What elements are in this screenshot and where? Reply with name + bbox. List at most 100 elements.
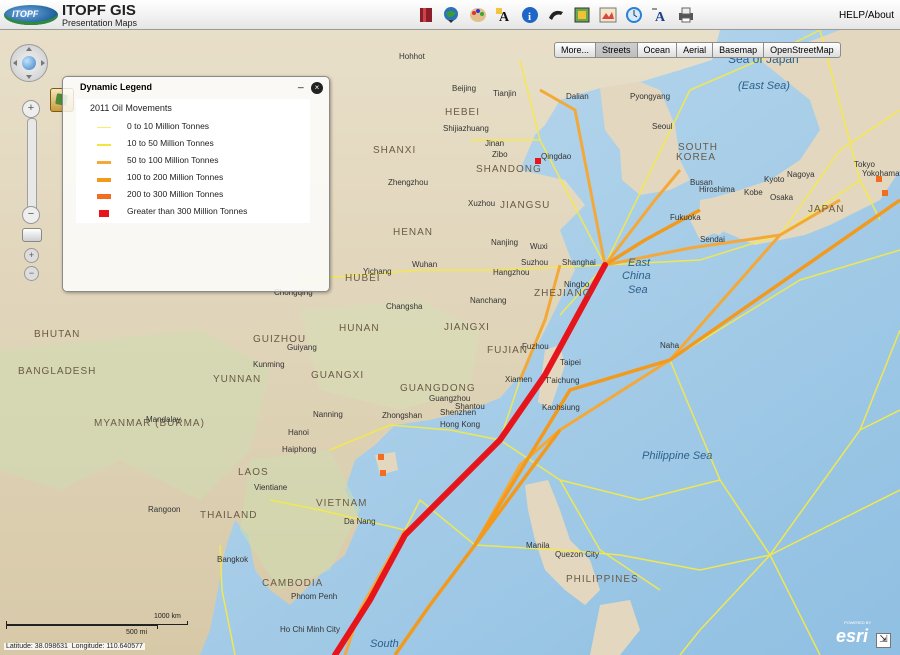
city-label: Pyongyang [630, 92, 671, 101]
logo-text: ITOPF [12, 9, 39, 19]
city-label: Manila [526, 541, 550, 550]
city-label: Zhengzhou [388, 178, 429, 187]
legend-label: 200 to 300 Million Tonnes [127, 189, 224, 199]
sea-label: Sea [628, 284, 648, 296]
legend-swatch [97, 194, 111, 199]
info-icon[interactable]: i [520, 5, 540, 25]
country-label: LAOS [238, 467, 269, 478]
app-subtitle: Presentation Maps [62, 18, 138, 28]
city-label: Xiamen [505, 375, 533, 384]
basemap-streets-button[interactable]: Streets [596, 42, 638, 58]
city-label: Ningbo [564, 280, 590, 289]
legend-minimize-button[interactable]: _ [298, 78, 304, 89]
city-label: Kunming [253, 360, 285, 369]
country-label: PHILIPPINES [566, 574, 639, 585]
legend-swatch [99, 210, 109, 217]
basemap-more-button[interactable]: More... [554, 42, 597, 58]
expand-icon[interactable]: ⇲ [876, 633, 891, 648]
sea-label: East [628, 257, 651, 269]
bookmark-icon[interactable] [416, 5, 436, 25]
city-label: Wuhan [412, 260, 438, 269]
city-label: Ho Chi Minh City [280, 625, 341, 634]
city-label: Vientiane [254, 483, 288, 492]
legend-label: 50 to 100 Million Tonnes [127, 155, 219, 165]
sea-label: Philippine Sea [642, 450, 713, 462]
zoom-box-out-icon[interactable]: − [24, 266, 39, 281]
basemap-ocean-button[interactable]: Ocean [637, 42, 678, 58]
latitude-readout: Latitude: 38.098631 [6, 643, 68, 650]
country-label: KOREA [676, 152, 717, 163]
zoom-slider[interactable] [27, 118, 37, 220]
legend-close-button[interactable]: × [311, 82, 323, 94]
zoom-box-in-icon[interactable]: + [24, 248, 39, 263]
print-icon[interactable] [676, 5, 696, 25]
city-label: Xuzhou [468, 199, 496, 208]
city-label: Nanning [313, 410, 343, 419]
globe-select-icon[interactable] [442, 5, 462, 25]
country-label: THAILAND [200, 510, 258, 521]
city-label: Mandalay [146, 415, 181, 424]
find-icon[interactable]: A [650, 5, 670, 25]
city-label: Tokyo [854, 160, 875, 169]
app-title: ITOPF GIS [62, 2, 136, 19]
legend-label: 10 to 50 Million Tonnes [127, 138, 214, 148]
legend-swatch [97, 178, 111, 182]
basemap-aerial-button[interactable]: Aerial [677, 42, 714, 58]
powered-by-text: POWERED BY [844, 620, 872, 625]
city-label: Fuzhou [522, 342, 549, 351]
city-label: Nanjing [491, 238, 519, 247]
map-canvas[interactable]: Sea of Japan (East Sea) East China Sea P… [0, 30, 900, 655]
city-label: Zibo [492, 150, 508, 159]
country-label: ZHEJIANG [534, 288, 592, 299]
legend-title: Dynamic Legend [80, 82, 153, 92]
legend-heading: 2011 Oil Movements [90, 103, 172, 113]
city-label: Dalian [566, 92, 589, 101]
city-label: Phnom Penh [291, 592, 338, 601]
city-label: Suzhou [521, 258, 549, 267]
pan-arrows-icon[interactable] [11, 45, 47, 81]
country-label: CAMBODIA [262, 578, 324, 589]
palette-icon[interactable] [468, 5, 488, 25]
city-label: Rangoon [148, 505, 181, 514]
esri-attribution-logo: POWERED BY esri [836, 620, 878, 648]
city-label: Fukuoka [670, 213, 701, 222]
city-label: Hohhot [399, 52, 425, 61]
zoom-in-button[interactable]: + [22, 100, 40, 118]
svg-text:i: i [528, 11, 531, 23]
city-label: Nagoya [787, 170, 815, 179]
city-label: Sendai [700, 235, 725, 244]
basemap-openstreetmap-button[interactable]: OpenStreetMap [764, 42, 841, 58]
help-about-link[interactable]: HELP/About [839, 10, 894, 21]
legend-swatch [97, 161, 111, 164]
pan-control[interactable] [10, 44, 48, 82]
measure-icon[interactable] [546, 5, 566, 25]
zoom-slider-thumb[interactable] [22, 228, 42, 242]
scale-bar: 1000 km 500 mi [6, 613, 188, 639]
city-label: Jinan [485, 139, 505, 148]
country-label: SHANDONG [476, 164, 542, 175]
city-label: Hangzhou [493, 268, 530, 277]
app-header: ITOPF ITOPF GIS Presentation Maps A i A … [0, 0, 900, 30]
legend-body: 2011 Oil Movements 0 to 10 Million Tonne… [76, 99, 310, 223]
country-label: GUANGDONG [400, 383, 476, 394]
city-label: Changsha [386, 302, 423, 311]
city-label: Guiyang [287, 343, 317, 352]
esri-text: esri [836, 626, 869, 646]
scale-km-label: 1000 km [154, 613, 181, 620]
city-label: Beijing [452, 84, 477, 93]
country-label: JIANGXI [444, 322, 490, 333]
zoom-out-button[interactable]: − [22, 206, 40, 224]
layers-icon[interactable] [572, 5, 592, 25]
clock-icon[interactable] [624, 5, 644, 25]
basemap-basemap-button[interactable]: Basemap [713, 42, 765, 58]
city-label: T'aichung [545, 376, 580, 385]
city-label: Qingdao [541, 152, 572, 161]
city-label: Naha [660, 341, 680, 350]
scale-mi-label: 500 mi [126, 629, 148, 636]
legend-swatch [97, 127, 111, 128]
legend-swatch [97, 144, 111, 146]
city-label: Zhongshan [382, 411, 423, 420]
country-label: YUNNAN [213, 374, 262, 385]
map-gallery-icon[interactable] [598, 5, 618, 25]
annotate-icon[interactable]: A [494, 5, 514, 25]
